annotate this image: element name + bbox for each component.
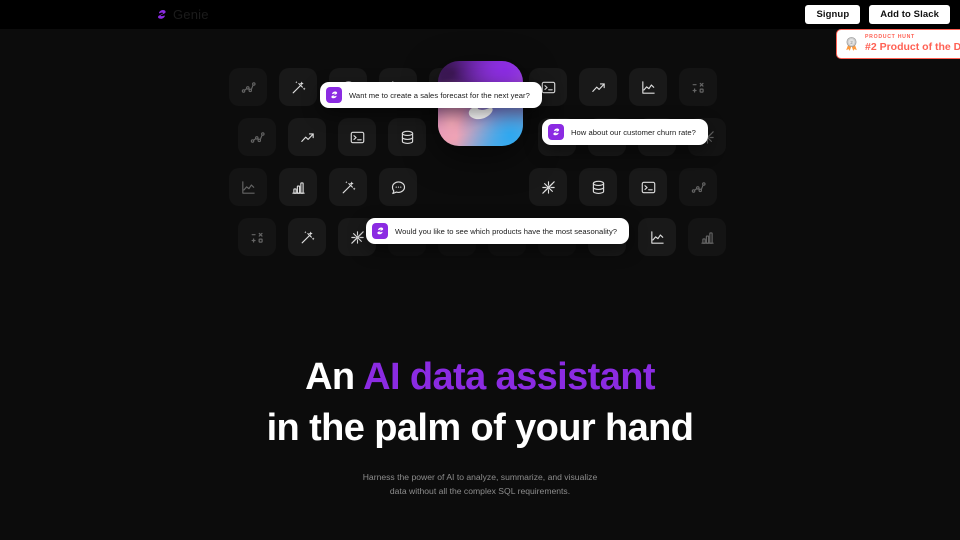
terminal-icon <box>349 129 366 146</box>
product-hunt-title: #2 Product of the Day <box>865 40 960 53</box>
medal-icon: 2 <box>843 36 860 53</box>
feature-tile <box>579 168 617 206</box>
chat-bubble-churn-rate[interactable]: How about our customer churn rate? <box>542 119 708 145</box>
chat-bubble-text: How about our customer churn rate? <box>571 127 696 137</box>
database-icon <box>399 129 416 146</box>
hero-copy: An AI data assistant in the palm of your… <box>0 352 960 498</box>
scatter-chart-icon <box>249 129 266 146</box>
scatter-chart-icon <box>240 79 257 96</box>
feature-tile <box>229 68 267 106</box>
add-to-slack-button[interactable]: Add to Slack <box>869 4 950 25</box>
headline-prefix: An <box>305 356 364 398</box>
feature-tile <box>379 168 417 206</box>
chat-bubble-sales-forecast[interactable]: Want me to create a sales forecast for t… <box>320 82 542 108</box>
site-header: Genie Signup Add to Slack <box>0 0 960 29</box>
headline-line2: in the palm of your hand <box>266 406 694 449</box>
hero-subtitle-line2: data without all the complex SQL require… <box>389 486 571 497</box>
terminal-icon <box>640 179 657 196</box>
trending-up-icon <box>299 129 316 146</box>
feature-tile <box>238 218 276 256</box>
scatter-chart-icon <box>690 179 707 196</box>
trending-up-icon <box>590 79 607 96</box>
magic-wand-icon <box>340 179 357 196</box>
feature-tile <box>279 68 317 106</box>
feature-tile <box>688 218 726 256</box>
product-hunt-text: PRODUCT HUNT #2 Product of the Day <box>865 34 960 54</box>
bar-chart-icon <box>699 229 716 246</box>
database-icon <box>590 179 607 196</box>
feature-tile <box>579 68 617 106</box>
headline-accent: AI data assistant <box>363 356 655 398</box>
calculator-icon <box>690 79 707 96</box>
chat-bubble-seasonality[interactable]: Would you like to see which products hav… <box>366 218 630 244</box>
brand-name: Genie <box>173 7 209 22</box>
bar-chart-icon <box>290 179 307 196</box>
feature-tile <box>679 168 717 206</box>
feature-tile <box>238 118 276 156</box>
feature-tile <box>629 68 667 106</box>
feature-tile <box>229 168 267 206</box>
genie-avatar-icon <box>326 87 342 103</box>
brand-logo[interactable]: Genie <box>155 7 209 22</box>
feature-tile <box>288 218 326 256</box>
line-chart-icon <box>649 229 666 246</box>
chat-bubble-text: Would you like to see which products hav… <box>395 226 618 236</box>
feature-tile <box>638 218 676 256</box>
genie-avatar-icon <box>372 223 388 239</box>
scatter-slash-icon <box>349 229 366 246</box>
page-title: An AI data assistant in the palm of your… <box>0 352 960 453</box>
feature-tile <box>279 168 317 206</box>
scatter-slash-icon <box>540 179 557 196</box>
product-hunt-label: PRODUCT HUNT <box>865 34 915 41</box>
feature-tile <box>338 118 376 156</box>
feature-tile <box>679 68 717 106</box>
hero-subtitle-line1: Harness the power of AI to analyze, summ… <box>362 472 598 483</box>
genie-logo-icon <box>155 8 168 21</box>
chat-bubble-icon <box>390 179 407 196</box>
feature-tile <box>329 168 367 206</box>
signup-button[interactable]: Signup <box>805 4 861 25</box>
feature-tile <box>388 118 426 156</box>
header-actions: Signup Add to Slack <box>805 4 950 25</box>
magic-wand-icon <box>290 79 307 96</box>
feature-tile <box>629 168 667 206</box>
feature-tile <box>288 118 326 156</box>
line-chart-icon <box>240 179 257 196</box>
genie-avatar-icon <box>548 124 564 140</box>
hero-subtitle: Harness the power of AI to analyze, summ… <box>0 470 960 498</box>
product-hunt-badge[interactable]: 2 PRODUCT HUNT #2 Product of the Day <box>836 29 960 59</box>
magic-wand-icon <box>299 229 316 246</box>
terminal-icon <box>540 79 557 96</box>
feature-tile <box>529 168 567 206</box>
chat-bubble-text: Want me to create a sales forecast for t… <box>349 90 530 100</box>
line-chart-icon <box>640 79 657 96</box>
calculator-icon <box>249 229 266 246</box>
